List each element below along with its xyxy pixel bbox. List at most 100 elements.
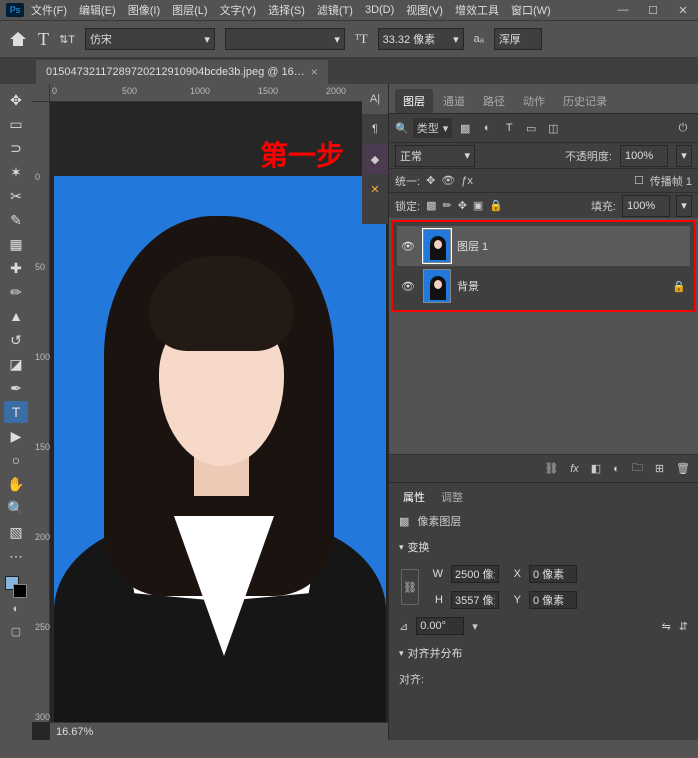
search-icon[interactable]: 🔍 (395, 122, 409, 135)
tab-actions[interactable]: 动作 (515, 89, 553, 113)
clone-stamp-tool[interactable]: ▲ (4, 305, 28, 327)
visibility-toggle-icon[interactable]: 👁 (401, 280, 417, 293)
unify-style-icon[interactable]: ƒx (461, 175, 473, 187)
crop-tool[interactable]: ✂ (4, 185, 28, 207)
layer-fx-icon[interactable]: fx (570, 463, 579, 475)
width-field[interactable] (451, 565, 499, 583)
paragraph-panel-icon[interactable]: ¶ (362, 114, 388, 144)
new-layer-icon[interactable]: ⊞ (655, 462, 664, 475)
zoom-tool[interactable]: 🔍 (4, 497, 28, 519)
layer-thumbnail[interactable] (423, 269, 451, 303)
antialias-select[interactable]: 浑厚 (494, 28, 542, 50)
flip-h-icon[interactable]: ⇋ (662, 620, 671, 633)
menu-view[interactable]: 视图(V) (401, 0, 448, 20)
filter-type-select[interactable]: 类型 ▾ (413, 118, 453, 138)
tab-history[interactable]: 历史记录 (555, 89, 615, 113)
menu-window[interactable]: 窗口(W) (506, 0, 556, 20)
link-wh-icon[interactable]: ⛓ (401, 569, 419, 605)
history-panel-icon[interactable]: ◆ (362, 144, 388, 174)
link-layers-icon[interactable]: ⛓ (544, 462, 558, 475)
window-maximize-button[interactable]: ☐ (638, 0, 668, 20)
filter-shape-icon[interactable]: ▭ (522, 119, 540, 137)
hand-tool[interactable]: ✋ (4, 473, 28, 495)
filter-adjust-icon[interactable]: ◐ (478, 119, 496, 137)
opacity-stepper[interactable]: ▾ (676, 145, 692, 167)
layer-mask-icon[interactable]: ◧ (591, 462, 601, 475)
lock-paint-icon[interactable]: ✏ (442, 199, 451, 212)
edit-toolbar[interactable]: ⋯ (4, 545, 28, 567)
menu-type[interactable]: 文字(Y) (215, 0, 262, 20)
menu-layer[interactable]: 图层(L) (167, 0, 212, 20)
filter-pixel-icon[interactable]: ▩ (456, 119, 474, 137)
history-brush-tool[interactable]: ↺ (4, 329, 28, 351)
brush-tool[interactable]: ✏ (4, 281, 28, 303)
marquee-tool[interactable]: ▭ (4, 113, 28, 135)
menu-file[interactable]: 文件(F) (26, 0, 72, 20)
frame-tool[interactable]: ▦ (4, 233, 28, 255)
unify-pos-icon[interactable]: ✥ (426, 174, 435, 187)
lock-artboard-icon[interactable]: ▣ (473, 199, 483, 212)
delete-layer-icon[interactable]: 🗑 (676, 462, 690, 475)
flip-v-icon[interactable]: ⇵ (679, 620, 688, 633)
document-tab[interactable]: 01504732117289720212910904bcde3b.jpeg @ … (36, 60, 328, 84)
angle-stepper[interactable]: ▾ (472, 620, 478, 633)
angle-field[interactable] (416, 617, 464, 635)
window-close-button[interactable]: ✕ (668, 0, 698, 20)
path-select-tool[interactable]: ▶ (4, 425, 28, 447)
visibility-toggle-icon[interactable]: 👁 (401, 240, 417, 253)
tab-channels[interactable]: 通道 (435, 89, 473, 113)
font-style-select[interactable]: ▾ (225, 28, 345, 50)
align-section-header[interactable]: ▾ 对齐并分布 (389, 639, 698, 667)
fill-field[interactable]: 100% (622, 195, 670, 217)
filter-type-icon[interactable]: T (500, 119, 518, 137)
pen-tool[interactable]: ✒ (4, 377, 28, 399)
fill-stepper[interactable]: ▾ (676, 195, 692, 217)
zoom-level[interactable]: 16.67% (56, 726, 93, 738)
window-minimize-button[interactable]: — (608, 0, 638, 20)
lock-pos-icon[interactable]: ✥ (458, 199, 467, 212)
orientation-toggle-icon[interactable]: ⇅T (59, 33, 75, 46)
tab-adjust[interactable]: 调整 (433, 485, 471, 509)
tab-paths[interactable]: 路径 (475, 89, 513, 113)
move-tool[interactable]: ✥ (4, 89, 28, 111)
layer-thumbnail[interactable] (423, 229, 451, 263)
menu-select[interactable]: 选择(S) (263, 0, 310, 20)
menu-plugins[interactable]: 增效工具 (450, 0, 504, 20)
home-button[interactable] (8, 29, 28, 49)
lock-all-icon[interactable]: 🔒 (489, 199, 503, 212)
menu-edit[interactable]: 编辑(E) (74, 0, 121, 20)
height-field[interactable] (451, 591, 499, 609)
lock-trans-icon[interactable]: ▩ (426, 199, 436, 212)
adjustment-layer-icon[interactable]: ◐ (613, 463, 620, 475)
color-swatches[interactable] (5, 576, 27, 598)
tab-close-icon[interactable]: × (311, 65, 318, 79)
filter-smart-icon[interactable]: ◫ (544, 119, 562, 137)
blend-mode-select[interactable]: 正常▾ (395, 145, 475, 167)
actions-panel-icon[interactable]: ✕ (362, 174, 388, 204)
tab-properties[interactable]: 属性 (395, 485, 433, 509)
layer-row[interactable]: 👁 图层 1 (397, 226, 690, 266)
type-tool[interactable]: T (4, 401, 28, 423)
canvas[interactable]: 第一步 (50, 102, 388, 722)
menu-image[interactable]: 图像(I) (123, 0, 165, 20)
menu-filter[interactable]: 滤镜(T) (312, 0, 358, 20)
layer-name[interactable]: 图层 1 (457, 238, 686, 254)
propagate-checkbox[interactable]: ☐ (634, 174, 644, 187)
character-panel-icon[interactable]: A| (362, 84, 388, 114)
opacity-field[interactable]: 100% (620, 145, 668, 167)
font-family-select[interactable]: 仿宋▾ (85, 28, 215, 50)
quick-select-tool[interactable]: ✶ (4, 161, 28, 183)
layer-row[interactable]: 👁 背景 🔒 (397, 266, 690, 306)
x-field[interactable] (529, 565, 577, 583)
screenmode-toggle[interactable]: ▢ (8, 623, 24, 639)
unify-vis-icon[interactable]: 👁 (441, 174, 455, 187)
font-size-select[interactable]: 33.32 像素▾ (378, 28, 464, 50)
layer-name[interactable]: 背景 (457, 278, 666, 294)
tab-layers[interactable]: 图层 (395, 89, 433, 113)
group-icon[interactable]: 🗀 (632, 459, 643, 478)
filter-toggle-icon[interactable]: ⏻ (674, 119, 692, 137)
transform-section-header[interactable]: ▾ 变换 (389, 533, 698, 561)
healing-brush-tool[interactable]: ✚ (4, 257, 28, 279)
y-field[interactable] (529, 591, 577, 609)
eyedropper-tool[interactable]: ✎ (4, 209, 28, 231)
